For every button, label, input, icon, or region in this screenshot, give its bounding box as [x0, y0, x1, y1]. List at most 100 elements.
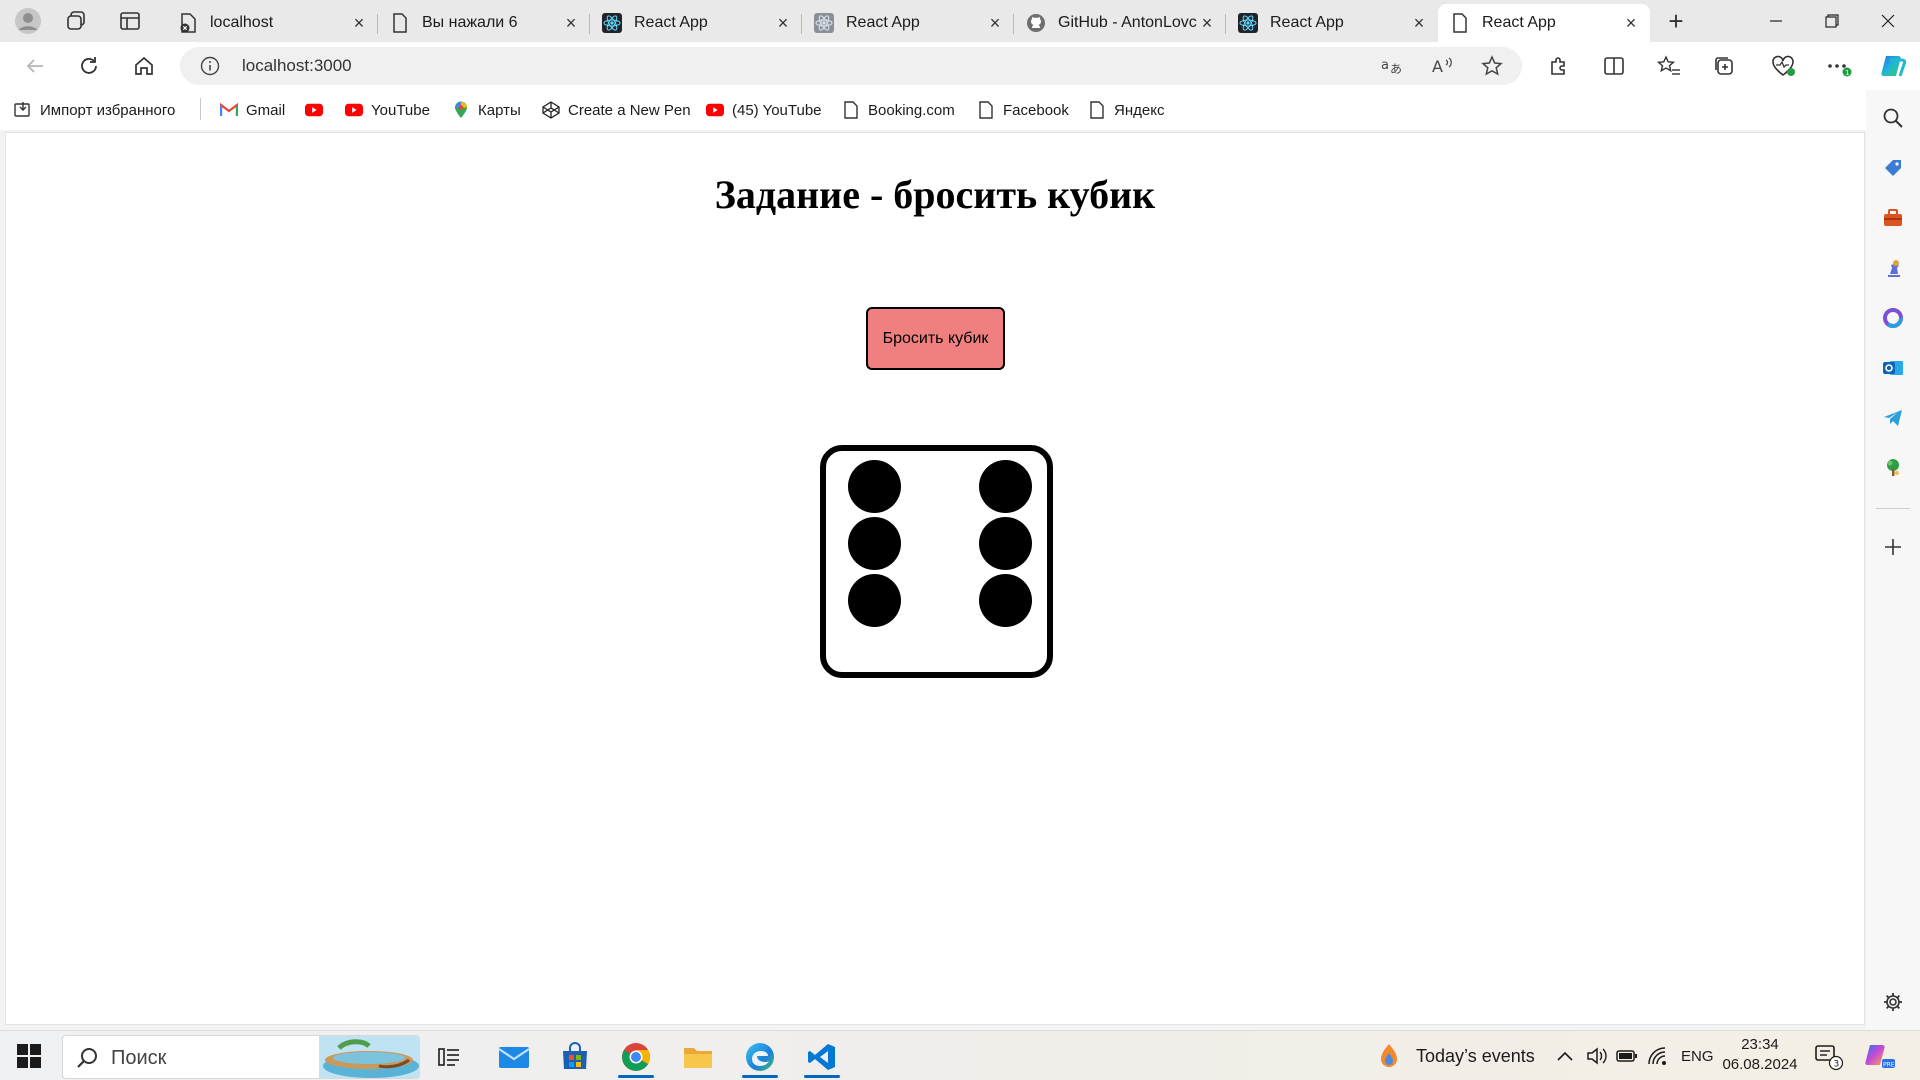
running-indicator [742, 1075, 778, 1078]
copilot-taskbar-button[interactable]: PRE [1862, 1031, 1896, 1080]
tab-localhost[interactable]: localhost × [166, 4, 378, 42]
tab-github[interactable]: GitHub - AntonLovc × [1014, 4, 1226, 42]
minimize-button[interactable] [1748, 0, 1804, 42]
extensions-button[interactable] [1542, 50, 1576, 82]
vscode-app-button[interactable] [798, 1036, 846, 1078]
read-aloud-button[interactable]: A [1427, 51, 1457, 81]
favorite-youtube[interactable]: YouTube [345, 98, 430, 122]
close-tab-icon[interactable]: × [1410, 13, 1428, 33]
chrome-app-button[interactable] [612, 1036, 660, 1078]
workspaces-button[interactable] [60, 7, 92, 35]
favorite-youtube-icon-only[interactable] [305, 98, 331, 122]
favorite-maps[interactable]: Карты [452, 98, 521, 122]
close-window-button[interactable] [1860, 0, 1916, 42]
taskbar-search[interactable]: Поиск [62, 1035, 420, 1079]
windows-start-icon[interactable] [16, 1043, 42, 1069]
browser-essentials-button[interactable] [1767, 50, 1801, 82]
sidebar-tools-button[interactable] [1877, 202, 1909, 234]
close-tab-icon[interactable]: × [774, 13, 792, 33]
dice-pip [979, 460, 1032, 513]
language-label: ENG [1681, 1047, 1714, 1065]
copilot-button[interactable] [1876, 50, 1910, 82]
favorite-booking[interactable]: Booking.com [842, 98, 955, 122]
vertical-tabs-icon [120, 12, 140, 30]
taskbar-clock[interactable]: 23:34 06.08.2024 [1722, 1035, 1798, 1075]
address-text[interactable]: localhost:3000 [242, 56, 352, 76]
favorite-import[interactable]: Импорт избранного [14, 98, 175, 122]
outlook-icon [1883, 361, 1903, 375]
star-icon [1481, 55, 1503, 76]
favorite-youtube-45[interactable]: (45) YouTube [706, 98, 822, 122]
add-favorite-button[interactable] [1477, 51, 1507, 81]
tab-react-app-2[interactable]: React App × [802, 4, 1014, 42]
sidebar-shopping-button[interactable] [1877, 152, 1909, 184]
input-language-button[interactable]: ENG [1681, 1031, 1714, 1080]
weather-label: Today’s events [1416, 1045, 1535, 1066]
favorite-codepen[interactable]: Create a New Pen [542, 98, 691, 122]
sidebar-search-button[interactable] [1877, 102, 1909, 134]
tab-react-app-active[interactable]: React App × [1438, 4, 1650, 42]
volume-button[interactable] [1586, 1031, 1608, 1080]
sidebar-settings-button[interactable] [1877, 986, 1909, 1018]
office-icon [1883, 308, 1903, 328]
split-screen-button[interactable] [1597, 50, 1631, 82]
battery-button[interactable] [1616, 1031, 1638, 1080]
sidebar-outlook-button[interactable] [1877, 352, 1909, 384]
back-button[interactable] [18, 50, 52, 82]
new-tab-button[interactable]: + [1660, 6, 1692, 36]
wifi-icon [1648, 1047, 1666, 1065]
favorite-yandex[interactable]: Яндекс [1088, 98, 1164, 122]
search-placeholder: Поиск [111, 1047, 167, 1069]
tab-react-app-3[interactable]: React App × [1226, 4, 1438, 42]
tab-title: localhost [210, 14, 274, 31]
github-icon [1026, 13, 1046, 33]
weather-widget[interactable]: Today’s events [1374, 1031, 1535, 1080]
close-tab-icon[interactable]: × [350, 13, 368, 33]
store-app-button[interactable] [551, 1036, 599, 1078]
favorite-facebook[interactable]: Facebook [977, 98, 1069, 122]
plus-icon: + [1668, 5, 1684, 36]
sidebar-games-button[interactable] [1877, 252, 1909, 284]
notifications-button[interactable]: 3 [1814, 1031, 1844, 1080]
hidden-icons-button[interactable] [1556, 1031, 1574, 1080]
search-icon [77, 1048, 97, 1068]
close-tab-icon[interactable]: × [986, 13, 1004, 33]
tab-actions-button[interactable] [114, 7, 146, 35]
favorites-button[interactable] [1652, 50, 1686, 82]
explorer-app-button[interactable] [674, 1036, 722, 1078]
home-button[interactable] [127, 50, 161, 82]
dice-pip [979, 517, 1032, 570]
roll-dice-button[interactable]: Бросить кубик [866, 307, 1005, 370]
close-tab-icon[interactable]: × [1198, 13, 1216, 33]
page-icon [1088, 101, 1106, 119]
edge-app-button[interactable] [736, 1036, 784, 1078]
close-tab-icon[interactable]: × [1622, 13, 1640, 33]
profile-button[interactable] [12, 7, 44, 35]
favorite-gmail[interactable]: Gmail [220, 98, 285, 122]
sidebar-add-button[interactable] [1877, 531, 1909, 563]
sidebar-tree-button[interactable] [1877, 452, 1909, 484]
mail-app-button[interactable] [490, 1036, 538, 1078]
address-bar[interactable]: localhost:3000 aあ A [180, 47, 1522, 85]
close-tab-icon[interactable]: × [562, 13, 580, 33]
translate-button[interactable]: aあ [1377, 51, 1407, 81]
site-info-icon[interactable] [200, 56, 220, 76]
speaker-icon [1587, 1047, 1607, 1065]
tab-you-pressed[interactable]: Вы нажали 6 × [378, 4, 590, 42]
sidebar-m365-button[interactable] [1877, 302, 1909, 334]
dice-face [820, 445, 1053, 678]
task-view-button[interactable] [425, 1036, 473, 1078]
youtube-icon [345, 101, 363, 119]
network-button[interactable] [1647, 1031, 1669, 1080]
tab-title: React App [634, 14, 708, 31]
settings-more-button[interactable]: 1 [1822, 50, 1856, 82]
refresh-button[interactable] [72, 50, 106, 82]
sidebar-telegram-button[interactable] [1877, 402, 1909, 434]
tab-title: React App [1270, 14, 1344, 31]
clock-date: 06.08.2024 [1722, 1056, 1798, 1073]
profile-badge: 1 [1845, 69, 1849, 77]
tab-react-app-1[interactable]: React App × [590, 4, 802, 42]
collections-button[interactable] [1707, 50, 1741, 82]
favorite-label: YouTube [371, 101, 430, 119]
restore-button[interactable] [1804, 0, 1860, 42]
